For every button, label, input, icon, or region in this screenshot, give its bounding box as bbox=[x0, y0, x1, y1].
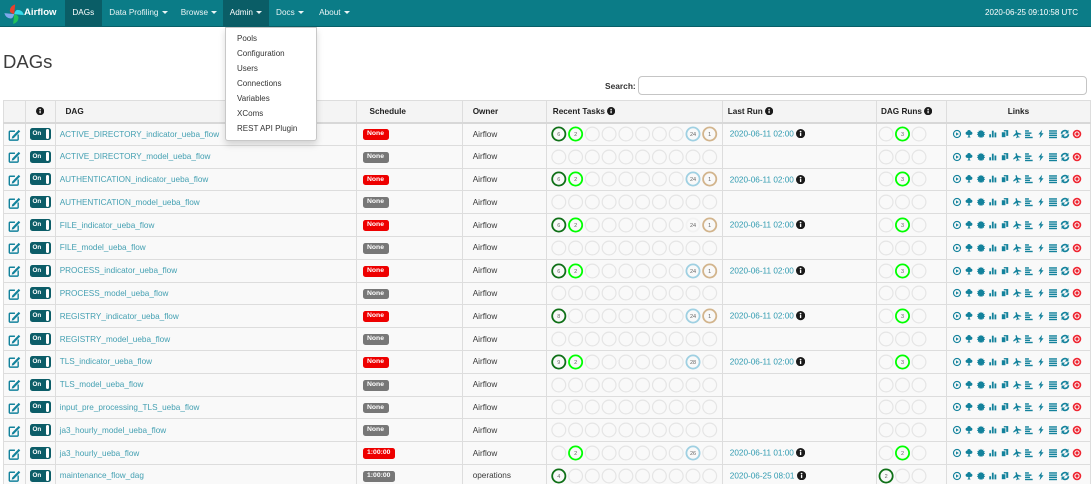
svg-text:8: 8 bbox=[557, 314, 560, 320]
svg-text:3: 3 bbox=[901, 223, 904, 229]
svg-text:24: 24 bbox=[690, 178, 696, 184]
svg-text:6: 6 bbox=[557, 269, 560, 275]
svg-text:24: 24 bbox=[690, 132, 696, 138]
svg-text:4: 4 bbox=[557, 474, 560, 480]
svg-text:1: 1 bbox=[708, 314, 711, 320]
svg-text:3: 3 bbox=[901, 178, 904, 184]
svg-text:1: 1 bbox=[708, 269, 711, 275]
svg-text:2: 2 bbox=[885, 474, 888, 480]
svg-text:3: 3 bbox=[901, 132, 904, 138]
svg-text:2: 2 bbox=[574, 451, 577, 457]
svg-text:1: 1 bbox=[708, 132, 711, 138]
svg-text:2: 2 bbox=[574, 223, 577, 229]
svg-text:2: 2 bbox=[574, 360, 577, 366]
svg-text:24: 24 bbox=[690, 269, 696, 275]
svg-text:24: 24 bbox=[690, 314, 696, 320]
svg-text:3: 3 bbox=[901, 360, 904, 366]
svg-text:2: 2 bbox=[574, 269, 577, 275]
svg-text:3: 3 bbox=[901, 314, 904, 320]
svg-text:6: 6 bbox=[557, 132, 560, 138]
svg-text:2: 2 bbox=[574, 132, 577, 138]
svg-text:2: 2 bbox=[901, 451, 904, 457]
svg-text:1: 1 bbox=[708, 223, 711, 229]
svg-text:28: 28 bbox=[690, 360, 696, 366]
svg-text:9: 9 bbox=[557, 360, 560, 366]
svg-text:26: 26 bbox=[690, 451, 696, 457]
svg-text:6: 6 bbox=[557, 223, 560, 229]
svg-text:24: 24 bbox=[690, 223, 696, 229]
svg-text:1: 1 bbox=[708, 178, 711, 184]
svg-text:3: 3 bbox=[901, 269, 904, 275]
svg-text:6: 6 bbox=[557, 178, 560, 184]
svg-text:2: 2 bbox=[574, 178, 577, 184]
